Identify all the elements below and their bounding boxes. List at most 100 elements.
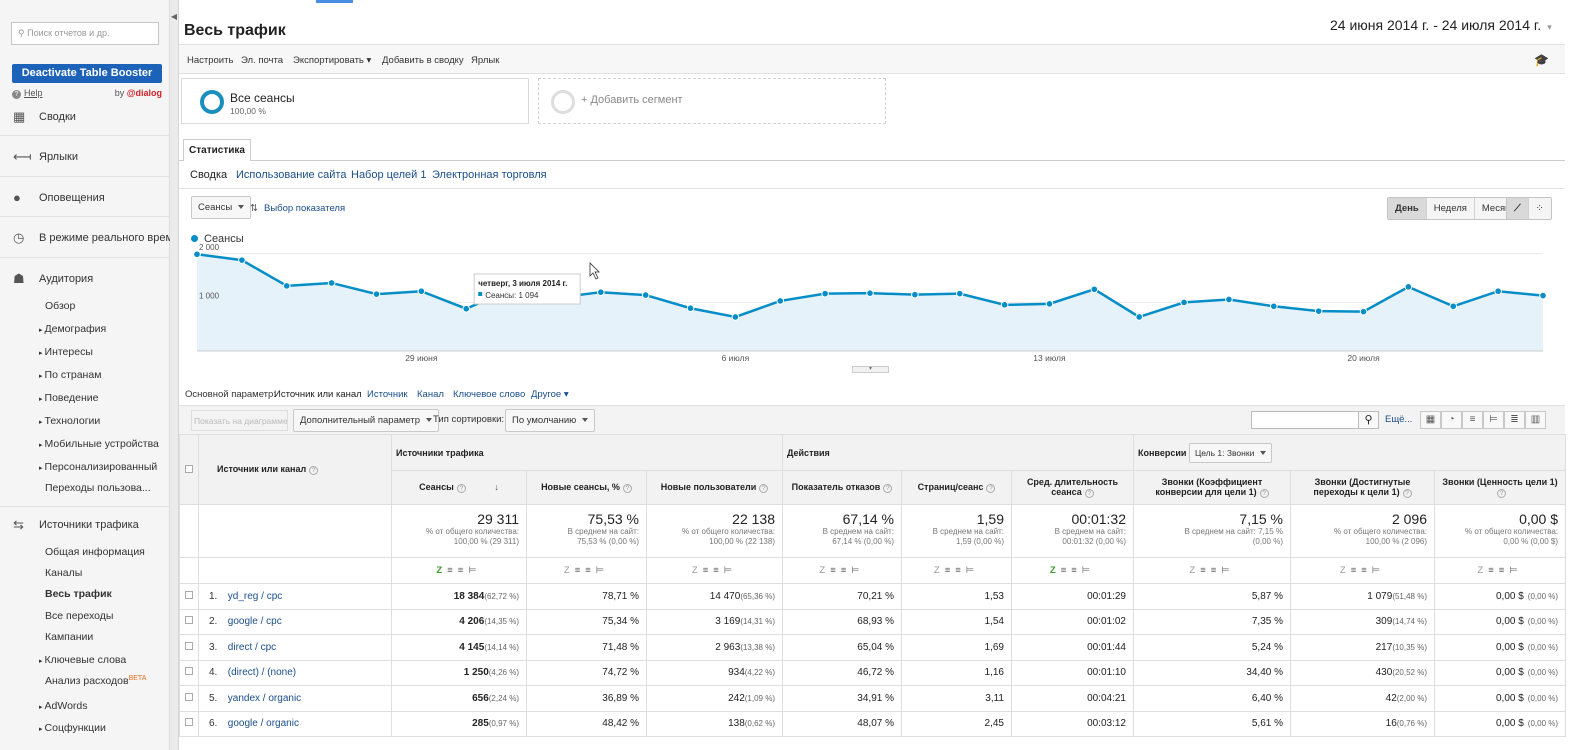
period-day-button[interactable]: День (1388, 198, 1427, 219)
audience-countries[interactable]: ▸ По странам (39, 369, 101, 381)
email-button[interactable]: Эл. почта (241, 55, 283, 66)
audience-flow[interactable]: Переходы пользова... (45, 482, 151, 494)
bar-options[interactable]: Z≡≡⊨ (782, 557, 902, 584)
col-bounce[interactable]: Показатель отказов? (782, 470, 902, 505)
traffic-costs[interactable]: Анализ расходовBETA (45, 675, 146, 687)
source-cell[interactable]: 1. yd_reg / cpc (198, 583, 392, 610)
col-conv-rate[interactable]: Звонки (Коэффициент конверсии для цели 1… (1133, 470, 1291, 505)
sort-type-select[interactable]: По умолчанию (505, 409, 596, 432)
audience-behavior[interactable]: ▸ Поведение (39, 392, 98, 404)
source-link[interactable]: yd_reg / cpc (228, 591, 282, 602)
table-filter-input[interactable] (1251, 411, 1359, 429)
source-link[interactable]: (direct) / (none) (228, 667, 296, 678)
audience-technology[interactable]: ▸ Технологии (39, 415, 100, 427)
row-select-cell[interactable] (179, 634, 199, 661)
bar-options[interactable]: Z≡≡⊨ (391, 557, 527, 584)
plot-rows-button[interactable]: Показать на диаграмме (191, 410, 288, 431)
row-checkbox[interactable] (185, 590, 193, 599)
dim-header[interactable]: Источник или канал? (198, 434, 392, 505)
row-checkbox[interactable] (185, 641, 193, 650)
subtab-summary[interactable]: Сводка (190, 169, 227, 181)
traffic-social[interactable]: ▸ Соцфункции (39, 722, 106, 734)
traffic-campaigns[interactable]: Кампании (45, 631, 93, 643)
report-search-input[interactable]: ⚲ Поиск отчетов и др. (11, 22, 159, 45)
add-segment[interactable]: + Добавить сегмент (538, 78, 886, 124)
term-cloud-icon[interactable]: ≣ (1504, 411, 1525, 429)
source-cell[interactable]: 4. (direct) / (none) (198, 659, 392, 686)
bar-options[interactable]: Z≡≡⊨ (1290, 557, 1435, 584)
audience-interests[interactable]: ▸ Интересы (39, 346, 93, 358)
subtab-site-usage[interactable]: Использование сайта (236, 169, 346, 181)
metric-select[interactable]: Сеансы (191, 196, 252, 219)
bar-options[interactable]: Z≡≡⊨ (1133, 557, 1291, 584)
subtab-goal-set-1[interactable]: Набор целей 1 (351, 169, 426, 181)
traffic-keywords[interactable]: ▸ Ключевые слова (39, 654, 126, 666)
source-link[interactable]: google / cpc (228, 616, 282, 627)
source-link[interactable]: yandex / organic (228, 693, 301, 704)
bar-view-icon[interactable]: ≡ (1462, 411, 1483, 429)
line-chart-icon[interactable]: ⟋ (1507, 198, 1529, 219)
primary-dim-source[interactable]: Источник (367, 389, 408, 400)
pie-view-icon[interactable]: ◔ (1441, 411, 1462, 429)
bar-options[interactable]: Z≡≡⊨ (526, 557, 647, 584)
goal-select[interactable]: Цель 1: Звонки (1188, 442, 1273, 463)
bar-options[interactable]: Z≡≡⊨ (646, 557, 783, 584)
table-view-icon[interactable]: ▦ (1420, 411, 1441, 429)
col-sessions[interactable]: Сеансы? ↓ (391, 470, 527, 505)
deactivate-booster-button[interactable]: Deactivate Table Booster (12, 64, 162, 83)
secondary-dim-select[interactable]: Дополнительный параметр (293, 409, 439, 432)
audience-overview[interactable]: Обзор (45, 300, 75, 312)
traffic-channels[interactable]: Каналы (45, 567, 82, 579)
date-range-picker[interactable]: 24 июня 2014 г. - 24 июля 2014 г. ▾ (1330, 17, 1552, 33)
source-cell[interactable]: 3. direct / cpc (198, 634, 392, 661)
select-all-cell[interactable] (179, 434, 199, 505)
primary-dim-other[interactable]: Другое ▾ (531, 389, 569, 400)
tab-statistics[interactable]: Статистика (183, 139, 251, 161)
row-checkbox[interactable] (185, 692, 193, 701)
bar-options[interactable]: Z≡≡⊨ (1433, 557, 1567, 584)
primary-dim-medium[interactable]: Канал (417, 389, 444, 400)
motion-chart-icon[interactable]: ⁘ (1528, 198, 1551, 219)
search-icon[interactable]: ⚲ (1358, 411, 1379, 429)
add-to-dashboard-button[interactable]: Добавить в сводку (382, 55, 464, 66)
source-cell[interactable]: 2. google / cpc (198, 608, 392, 635)
col-completions[interactable]: Звонки (Достигнутые переходы к цели 1)? (1290, 470, 1435, 505)
row-select-cell[interactable] (179, 583, 199, 610)
shortcut-button[interactable]: Ярлык (471, 55, 499, 66)
traffic-referrals[interactable]: Все переходы (45, 610, 113, 622)
help-link[interactable]: Help (24, 88, 43, 98)
col-duration[interactable]: Сред. длительность сеанса? (1011, 470, 1134, 505)
audience-demography[interactable]: ▸ Демография (39, 323, 106, 335)
traffic-all[interactable]: Весь трафик (45, 588, 112, 600)
col-value[interactable]: Звонки (Ценность цели 1)? (1433, 470, 1567, 505)
academy-hat-icon[interactable]: 🎓 (1534, 53, 1549, 67)
bar-options[interactable]: Z≡≡⊨ (901, 557, 1012, 584)
by-dialog[interactable]: by @dialog (115, 88, 162, 98)
subtab-ecommerce[interactable]: Электронная торговля (432, 169, 547, 181)
chart-resize-handle[interactable]: ▾ (852, 366, 889, 373)
row-checkbox[interactable] (185, 718, 193, 727)
customize-button[interactable]: Настроить (187, 55, 233, 66)
row-checkbox[interactable] (185, 616, 193, 625)
traffic-overview[interactable]: Общая информация (45, 546, 145, 558)
row-select-cell[interactable] (179, 659, 199, 686)
pick-metric-link[interactable]: Выбор показателя (264, 203, 345, 214)
select-all-checkbox[interactable] (185, 464, 193, 473)
segment-all-sessions[interactable]: Все сеансы 100,00 % (181, 78, 529, 124)
export-button[interactable]: Экспортировать ▾ (293, 55, 371, 66)
sidebar-collapse-handle[interactable]: ◀ (170, 0, 179, 750)
row-select-cell[interactable] (179, 608, 199, 635)
source-cell[interactable]: 5. yandex / organic (198, 685, 392, 712)
pivot-view-icon[interactable]: ▥ (1525, 411, 1546, 429)
row-select-cell[interactable] (179, 710, 199, 737)
row-select-cell[interactable] (179, 685, 199, 712)
col-new-sessions[interactable]: Новые сеансы, %? (526, 470, 647, 505)
compare-view-icon[interactable]: ⊨ (1483, 411, 1504, 429)
audience-custom[interactable]: ▸ Персонализированный (39, 461, 157, 473)
audience-mobile[interactable]: ▸ Мобильные устройства (39, 438, 159, 450)
period-week-button[interactable]: Неделя (1426, 198, 1475, 219)
source-link[interactable]: google / organic (228, 718, 299, 729)
traffic-adwords[interactable]: ▸ AdWords (39, 700, 88, 712)
source-link[interactable]: direct / cpc (228, 642, 276, 653)
col-pages[interactable]: Страниц/сеанс? (901, 470, 1012, 505)
